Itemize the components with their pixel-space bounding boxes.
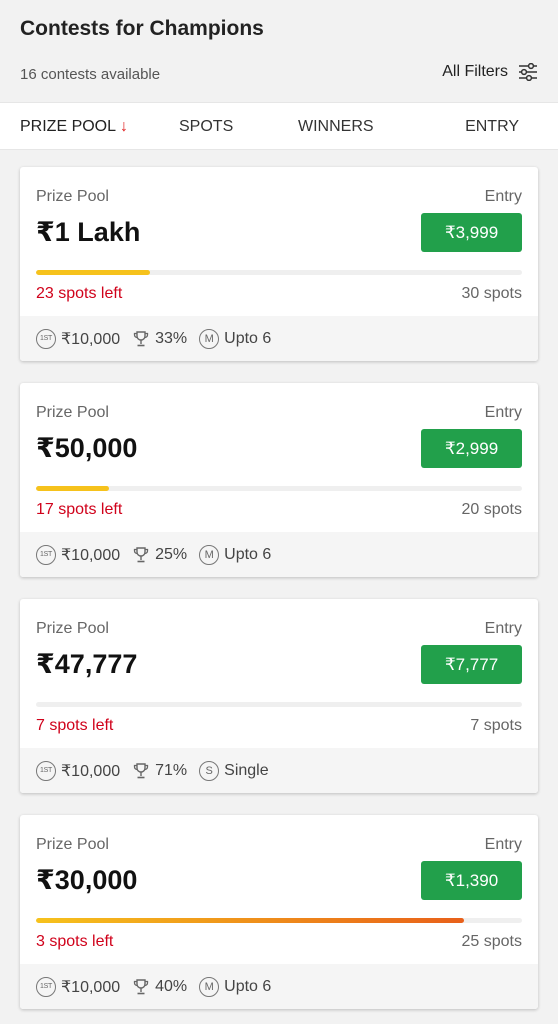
entry-fee-button[interactable]: ₹3,999	[421, 213, 522, 252]
spots-progress-bar	[36, 918, 522, 923]
spots-left: 17 spots left	[36, 501, 123, 518]
entry-fee-button[interactable]: ₹1,390	[421, 861, 522, 900]
first-prize: 1ST ₹10,000	[36, 328, 121, 349]
trophy-icon	[132, 978, 150, 996]
page-title: Contests for Champions	[20, 17, 264, 40]
entry-type-value: Upto 6	[224, 977, 272, 995]
prize-amount: ₹50,000	[36, 433, 138, 463]
prize-pool-label: Prize Pool	[36, 188, 109, 205]
winners-percent-value: 71%	[155, 761, 188, 779]
spots-progress-bar	[36, 486, 522, 491]
contest-count: 16 contests available	[20, 66, 161, 83]
sort-spots[interactable]: SPOTS	[179, 118, 233, 136]
prize-pool-label: Prize Pool	[36, 620, 109, 637]
sort-prize-pool-label: PRIZE POOL	[20, 118, 117, 135]
winners-percent-value: 33%	[155, 329, 188, 347]
contest-card[interactable]: Prize Pool Entry ₹1 Lakh ₹3,999 23 spots…	[20, 167, 538, 361]
contest-card[interactable]: Prize Pool Entry ₹47,777 ₹7,777 7 spots …	[20, 599, 538, 793]
entry-type-icon: M	[199, 328, 220, 349]
winners-percent-value: 25%	[155, 545, 188, 563]
winners-percent: 25%	[132, 546, 187, 564]
contest-list: Prize Pool Entry ₹1 Lakh ₹3,999 23 spots…	[0, 150, 558, 1009]
entry-label: Entry	[484, 188, 522, 205]
contest-details: 1ST ₹10,000 40% M Upto 6	[20, 964, 538, 1009]
spots-left: 3 spots left	[36, 933, 114, 950]
entry-type: M Upto 6	[199, 544, 272, 565]
winners-percent: 40%	[132, 978, 187, 996]
sort-entry[interactable]: ENTRY	[465, 118, 519, 136]
first-prize: 1ST ₹10,000	[36, 760, 121, 781]
entry-type: M Upto 6	[199, 328, 272, 349]
sort-prize-pool[interactable]: PRIZE POOL ↓	[20, 118, 128, 136]
spots-left: 23 spots left	[36, 285, 123, 302]
spots-progress-fill	[36, 270, 150, 275]
trophy-icon	[132, 762, 150, 780]
prize-amount: ₹1 Lakh	[36, 217, 141, 247]
first-prize-icon: 1ST	[36, 976, 56, 997]
first-prize-amount: ₹10,000	[61, 330, 121, 348]
prize-pool-label: Prize Pool	[36, 836, 109, 853]
entry-type-value: Upto 6	[224, 329, 272, 347]
winners-percent-value: 40%	[155, 977, 188, 995]
spots-progress-bar	[36, 270, 522, 275]
entry-label: Entry	[484, 620, 522, 637]
all-filters-label: All Filters	[442, 63, 508, 80]
entry-fee-button[interactable]: ₹2,999	[421, 429, 522, 468]
spots-progress-bar	[36, 702, 522, 707]
contest-details: 1ST ₹10,000 33% M Upto 6	[20, 316, 538, 361]
prize-pool-label: Prize Pool	[36, 404, 109, 421]
entry-type-icon: S	[199, 760, 220, 781]
contest-details: 1ST ₹10,000 71% S Single	[20, 748, 538, 793]
contest-details: 1ST ₹10,000 25% M Upto 6	[20, 532, 538, 577]
entry-type: M Upto 6	[199, 976, 272, 997]
all-filters-button[interactable]: All Filters	[442, 63, 538, 81]
sort-descending-icon: ↓	[120, 118, 129, 135]
filter-sliders-icon	[518, 63, 538, 81]
sort-winners[interactable]: WINNERS	[298, 118, 374, 136]
entry-label: Entry	[484, 404, 522, 421]
first-prize: 1ST ₹10,000	[36, 976, 121, 997]
entry-fee-button[interactable]: ₹7,777	[421, 645, 522, 684]
entry-type-icon: M	[199, 976, 220, 997]
spots-progress-fill	[36, 918, 464, 923]
entry-type-value: Single	[224, 761, 269, 779]
first-prize: 1ST ₹10,000	[36, 544, 121, 565]
entry-type: S Single	[199, 760, 269, 781]
first-prize-amount: ₹10,000	[61, 762, 121, 780]
entry-type-value: Upto 6	[224, 545, 272, 563]
entry-type-icon: M	[199, 544, 220, 565]
first-prize-icon: 1ST	[36, 760, 56, 781]
prize-amount: ₹30,000	[36, 865, 138, 895]
sort-bar: PRIZE POOL ↓ SPOTS WINNERS ENTRY	[0, 102, 558, 150]
first-prize-amount: ₹10,000	[61, 546, 121, 564]
spots-left: 7 spots left	[36, 717, 114, 734]
winners-percent: 33%	[132, 330, 187, 348]
first-prize-amount: ₹10,000	[61, 978, 121, 996]
trophy-icon	[132, 546, 150, 564]
first-prize-icon: 1ST	[36, 544, 56, 565]
first-prize-icon: 1ST	[36, 328, 56, 349]
spots-total: 20 spots	[461, 501, 522, 518]
spots-total: 25 spots	[461, 933, 522, 950]
spots-progress-fill	[36, 486, 109, 491]
prize-amount: ₹47,777	[36, 649, 138, 679]
contest-card[interactable]: Prize Pool Entry ₹50,000 ₹2,999 17 spots…	[20, 383, 538, 577]
page-header: Contests for Champions 16 contests avail…	[0, 0, 558, 102]
spots-total: 7 spots	[470, 717, 522, 734]
entry-label: Entry	[484, 836, 522, 853]
contest-card[interactable]: Prize Pool Entry ₹30,000 ₹1,390 3 spots …	[20, 815, 538, 1009]
trophy-icon	[132, 330, 150, 348]
winners-percent: 71%	[132, 762, 187, 780]
spots-total: 30 spots	[461, 285, 522, 302]
